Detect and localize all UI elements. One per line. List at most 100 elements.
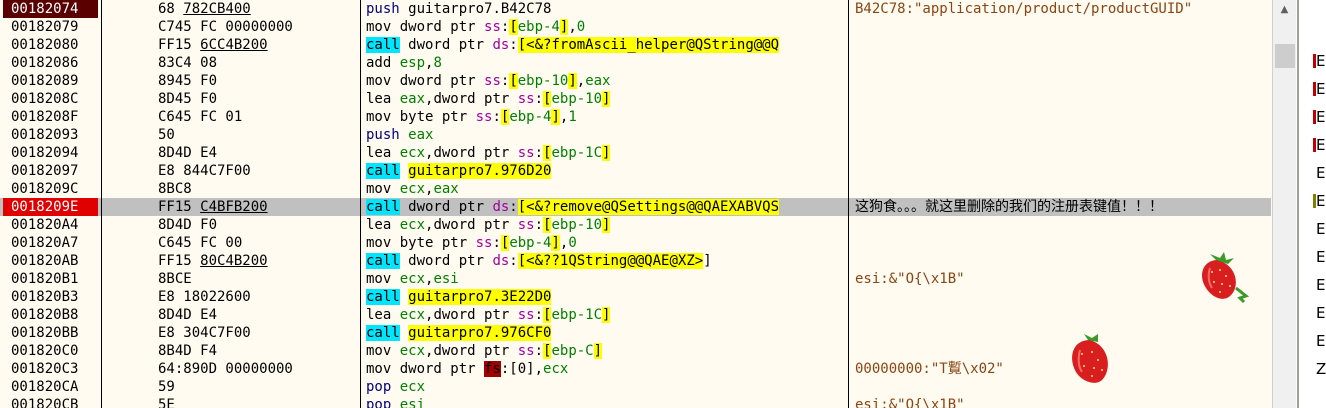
bracket: [ xyxy=(517,253,527,269)
side-marker xyxy=(1313,110,1316,124)
bracket: [ xyxy=(509,73,518,89)
instruction-row[interactable]: 001820B3 E8 18022600 call guitarpro7.3E22D… xyxy=(0,288,1271,306)
comment-cell[interactable] xyxy=(855,162,1270,180)
comment-cell[interactable]: esi:&"O{\x1B" xyxy=(855,396,1270,408)
address-cell[interactable]: 001820B1 xyxy=(3,270,98,288)
address-cell[interactable]: 00182079 xyxy=(3,18,98,36)
comment-cell[interactable] xyxy=(855,36,1270,54)
disassembly-cell[interactable]: add esp,8 xyxy=(366,54,846,72)
instruction-row[interactable]: 0018208F C645 FC 01 mov byte ptr ss:[ebp-4… xyxy=(0,108,1271,126)
mnemonic-call: call xyxy=(366,253,400,269)
side-letter: E xyxy=(1316,332,1326,350)
disassembly-cell[interactable]: mov ecx,dword ptr ss:[ebp-C] xyxy=(366,342,846,360)
instruction-row[interactable]: 00182074 68 782CB400 push guitarpro7.B42C7… xyxy=(0,0,1271,18)
bracket: ] xyxy=(568,73,577,89)
disassembly-cell[interactable]: pop ecx xyxy=(366,378,846,396)
triangle-up-icon[interactable]: ▲ xyxy=(1273,0,1296,20)
disassembly-cell[interactable]: mov byte ptr ss:[ebp-4],0 xyxy=(366,234,846,252)
instruction-row[interactable]: 00182079 C745 FC 00000000 mov dword ptr ss… xyxy=(0,18,1271,36)
comment-cell[interactable] xyxy=(855,108,1270,126)
instruction-row[interactable]: 0018208C 8D45 F0 lea eax,dword ptr ss:[ebp… xyxy=(0,90,1271,108)
scrollbar-thumb[interactable] xyxy=(1275,44,1295,68)
address-cell[interactable]: 001820BB xyxy=(3,324,98,342)
disassembly-cell[interactable]: mov dword ptr ss:[ebp-4],0 xyxy=(366,18,846,36)
address-cell[interactable]: 001820CB xyxy=(3,396,98,408)
address-cell[interactable]: 001820B3 xyxy=(3,288,98,306)
address-cell[interactable]: 0018209E xyxy=(3,198,98,216)
address-cell[interactable]: 0018208C xyxy=(3,90,98,108)
disassembly-cell[interactable]: mov dword ptr fs:[0],ecx xyxy=(366,360,846,378)
instruction-row[interactable]: 001820AB FF15 80C4B200 call dword ptr ds:[… xyxy=(0,252,1271,270)
disassembly-cell[interactable]: lea ecx,dword ptr ss:[ebp-10] xyxy=(366,216,846,234)
bytes-cell: 8B4D F4 xyxy=(158,342,356,360)
disassembly-cell[interactable]: mov ecx,eax xyxy=(366,180,846,198)
address-cell[interactable]: 001820C3 xyxy=(3,360,98,378)
disassembly-cell[interactable]: call guitarpro7.3E22D0 xyxy=(366,288,846,306)
comment-cell[interactable] xyxy=(855,324,1270,342)
register: ecx xyxy=(399,307,426,323)
instruction-row[interactable]: 00182097 E8 844C7F00 call guitarpro7.976D2… xyxy=(0,162,1271,180)
disassembly-cell[interactable]: push guitarpro7.B42C78 xyxy=(366,0,846,18)
disassembly-cell[interactable]: push eax xyxy=(366,126,846,144)
disassembly-cell[interactable]: lea ecx,dword ptr ss:[ebp-1C] xyxy=(366,144,846,162)
comment-cell[interactable]: 00000000:"T覱\x02" xyxy=(855,360,1270,378)
address-cell[interactable]: 00182074 xyxy=(3,0,98,18)
comment-cell[interactable] xyxy=(855,306,1270,324)
comment-cell[interactable] xyxy=(855,54,1270,72)
comment-cell[interactable] xyxy=(855,90,1270,108)
instruction-row[interactable]: 001820CB 5E pop esi esi:&"O{\x1B" xyxy=(0,396,1271,408)
address-cell[interactable]: 00182094 xyxy=(3,144,98,162)
instruction-row[interactable]: 00182089 8945 F0 mov dword ptr ss:[ebp-10]… xyxy=(0,72,1271,90)
comment-cell[interactable] xyxy=(855,216,1270,234)
disassembly-cell[interactable]: lea ecx,dword ptr ss:[ebp-1C] xyxy=(366,306,846,324)
address-cell[interactable]: 00182097 xyxy=(3,162,98,180)
comment-cell[interactable] xyxy=(855,144,1270,162)
comment-cell[interactable] xyxy=(855,18,1270,36)
address-cell[interactable]: 001820AB xyxy=(3,252,98,270)
mnemonic: push xyxy=(366,127,409,143)
disassembly-cell[interactable]: call guitarpro7.976CF0 xyxy=(366,324,846,342)
comment-cell[interactable] xyxy=(855,342,1270,360)
address-cell[interactable]: 0018209C xyxy=(3,180,98,198)
call-target: <&??1QString@@QAE@XZ> xyxy=(526,253,704,269)
disassembly-cell[interactable]: lea eax,dword ptr ss:[ebp-10] xyxy=(366,90,846,108)
vertical-scrollbar[interactable]: ▲ xyxy=(1272,0,1296,408)
instruction-row[interactable]: 0018209C 8BC8 mov ecx,eax xyxy=(0,180,1271,198)
comment-cell[interactable]: 这狗食。。。就这里删除的我们的注册表键值！！！ xyxy=(855,198,1270,216)
comment-cell[interactable] xyxy=(855,72,1270,90)
address-cell[interactable]: 001820C0 xyxy=(3,342,98,360)
comment-cell[interactable] xyxy=(855,180,1270,198)
comment-cell[interactable] xyxy=(855,234,1270,252)
address-cell[interactable]: 001820CA xyxy=(3,378,98,396)
selected-instruction-row[interactable]: 0018209E FF15 C4BFB200 call dword ptr ds:[… xyxy=(0,198,1271,216)
address-cell[interactable]: 001820A7 xyxy=(3,234,98,252)
asm-text: mov xyxy=(366,181,400,197)
comment-cell[interactable] xyxy=(855,126,1270,144)
instruction-row[interactable]: 00182086 83C4 08 add esp,8 xyxy=(0,54,1271,72)
disassembly-cell[interactable]: mov dword ptr ss:[ebp-10],eax xyxy=(366,72,846,90)
disassembly-cell[interactable]: mov ecx,esi xyxy=(366,270,846,288)
address-cell[interactable]: 0018208F xyxy=(3,108,98,126)
comment-cell[interactable]: B42C78:"application/product/productGUID" xyxy=(855,0,1270,18)
address-cell[interactable]: 001820A4 xyxy=(3,216,98,234)
address-cell[interactable]: 00182086 xyxy=(3,54,98,72)
instruction-row[interactable]: 001820A4 8D4D F0 lea ecx,dword ptr ss:[ebp… xyxy=(0,216,1271,234)
disassembly-cell[interactable]: call dword ptr ds:[<&?fromAscii_helper@Q… xyxy=(366,36,846,54)
instruction-row[interactable]: 00182080 FF15 6CC4B200 call dword ptr ds:[… xyxy=(0,36,1271,54)
comment-cell[interactable] xyxy=(855,378,1270,396)
address-cell[interactable]: 00182093 xyxy=(3,126,98,144)
asm-text xyxy=(400,163,408,179)
instruction-row[interactable]: 001820A7 C645 FC 00 mov byte ptr ss:[ebp-4… xyxy=(0,234,1271,252)
instruction-row[interactable]: 00182094 8D4D E4 lea ecx,dword ptr ss:[ebp… xyxy=(0,144,1271,162)
disassembly-cell[interactable]: call dword ptr ds:[<&??1QString@@QAE@XZ>… xyxy=(366,252,846,270)
address-cell[interactable]: 00182080 xyxy=(3,36,98,54)
instruction-row[interactable]: 00182093 50 push eax xyxy=(0,126,1271,144)
disassembly-cell[interactable]: pop esi xyxy=(366,396,846,408)
instruction-row[interactable]: 001820B8 8D4D E4 lea ecx,dword ptr ss:[ebp… xyxy=(0,306,1271,324)
instruction-row[interactable]: 001820B1 8BCE mov ecx,esi esi:&"O{\x1B" xyxy=(0,270,1271,288)
disassembly-cell[interactable]: call guitarpro7.976D20 xyxy=(366,162,846,180)
address-cell[interactable]: 00182089 xyxy=(3,72,98,90)
disassembly-cell[interactable]: mov byte ptr ss:[ebp-4],1 xyxy=(366,108,846,126)
disassembly-cell[interactable]: call dword ptr ds:[<&?remove@QSettings@@… xyxy=(366,198,846,216)
address-cell[interactable]: 001820B8 xyxy=(3,306,98,324)
